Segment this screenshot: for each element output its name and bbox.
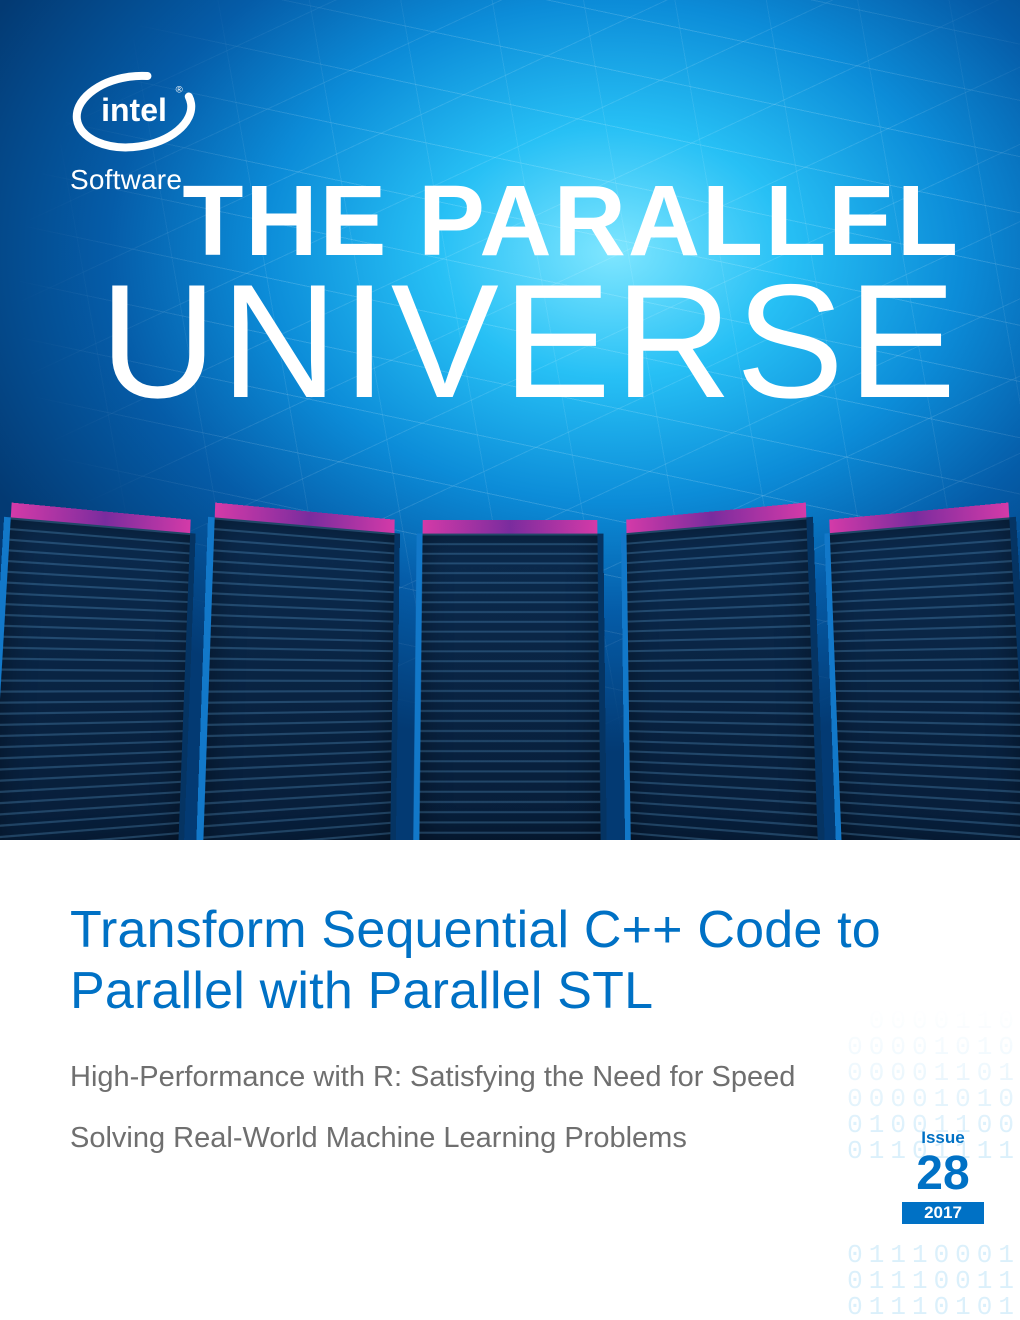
intel-logo-icon: intel ® [70,70,198,158]
intel-wordmark: intel [101,92,167,128]
server-rack [825,517,1020,840]
cover-lower-panel: 0000110 00001010 00001101 00001010 01001… [0,840,1020,1320]
issue-year: 2017 [902,1202,984,1224]
server-rack [413,534,606,840]
cover-subhead-1: High-Performance with R: Satisfying the … [70,1061,950,1094]
hero-art: intel ® Software THE PARALLEL UNIVERSE [0,0,1020,840]
issue-label: Issue [902,1128,984,1148]
server-rack [195,517,399,840]
server-racks-illustration [0,534,1020,840]
issue-number: 28 [902,1150,984,1198]
magazine-title: THE PARALLEL UNIVERSE [100,175,960,416]
registered-mark: ® [176,84,183,95]
cover-subhead-2: Solving Real-World Machine Learning Prob… [70,1122,950,1155]
cover-headline: Transform Sequential C++ Code to Paralle… [70,900,890,1023]
server-rack [621,517,825,840]
title-line2: UNIVERSE [100,267,960,416]
issue-badge: Issue 28 2017 [902,1128,984,1224]
magazine-cover: intel ® Software THE PARALLEL UNIVERSE 0… [0,0,1020,1320]
server-rack [0,517,195,840]
